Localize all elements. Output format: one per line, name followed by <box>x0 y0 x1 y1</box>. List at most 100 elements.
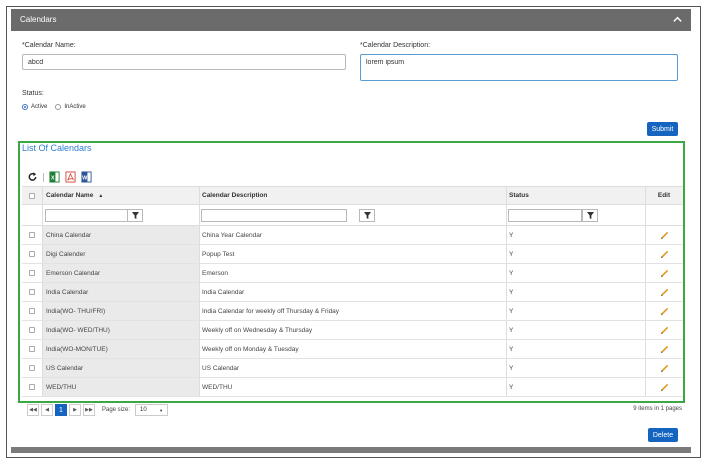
row-select-cell[interactable] <box>22 340 42 358</box>
calendar-name-cell: Emerson Calendar <box>43 264 199 282</box>
page-size-select[interactable]: 10 ▼ <box>135 404 169 416</box>
status-active-label: Active <box>31 104 48 110</box>
status-cell: Y <box>509 307 514 315</box>
table-row[interactable]: WED/THU WED/THU Y <box>22 378 683 397</box>
row-select-cell[interactable] <box>22 359 42 377</box>
pencil-icon[interactable] <box>660 288 669 297</box>
row-checkbox[interactable] <box>29 365 35 371</box>
row-select-cell[interactable] <box>22 245 42 263</box>
submit-button[interactable]: Submit <box>647 122 678 136</box>
calendar-grid: Calendar Name ▲ Calendar Description Sta… <box>22 186 683 397</box>
column-divider <box>199 226 200 244</box>
list-title: List Of Calendars <box>22 143 92 153</box>
delete-button[interactable]: Delete <box>648 428 678 442</box>
row-checkbox[interactable] <box>29 308 35 314</box>
filter-calendar-name-input[interactable] <box>45 209 128 222</box>
header-select-all[interactable] <box>22 187 42 204</box>
column-divider <box>199 205 200 225</box>
last-page-button[interactable]: ▶▶ <box>83 404 95 416</box>
pencil-icon[interactable] <box>660 345 669 354</box>
calendar-description-cell: India Calendar <box>202 288 245 296</box>
calendar-description-cell: China Year Calendar <box>202 231 262 239</box>
header-calendar-name[interactable]: Calendar Name ▲ <box>43 187 199 204</box>
column-divider <box>506 359 507 377</box>
pencil-icon[interactable] <box>660 364 669 373</box>
column-divider <box>199 283 200 301</box>
column-divider <box>42 359 43 377</box>
pencil-icon[interactable] <box>660 326 669 335</box>
column-divider <box>199 321 200 339</box>
row-select-cell[interactable] <box>22 321 42 339</box>
filter-icon <box>131 212 139 219</box>
next-page-button[interactable]: ▶ <box>69 404 81 416</box>
edit-cell <box>645 226 683 244</box>
filter-status-input[interactable] <box>508 209 582 222</box>
table-row[interactable]: India(WO-MON/TUE) Weekly off on Monday & … <box>22 340 683 359</box>
calendar-name-cell: India Calendar <box>43 283 199 301</box>
column-divider <box>42 245 43 263</box>
filter-icon <box>363 212 371 219</box>
pencil-icon[interactable] <box>660 269 669 278</box>
row-checkbox[interactable] <box>29 289 35 295</box>
calendar-description-cell: WED/THU <box>202 383 233 391</box>
calendar-name-cell: US Calendar <box>43 359 199 377</box>
table-row[interactable]: India Calendar India Calendar Y <box>22 283 683 302</box>
row-select-cell[interactable] <box>22 283 42 301</box>
header-status[interactable]: Status <box>506 187 645 204</box>
table-row[interactable]: India(WO- THU/FRI) India Calendar for wee… <box>22 302 683 321</box>
panel-header: Calendars <box>11 9 691 31</box>
row-checkbox[interactable] <box>29 384 35 390</box>
table-row[interactable]: India(WO- WED/THU) Weekly off on Wednesda… <box>22 321 683 340</box>
status-cell: Y <box>509 250 514 258</box>
filter-calendar-name-button[interactable] <box>127 209 143 222</box>
column-divider <box>42 340 43 358</box>
filter-calendar-description-input[interactable] <box>201 209 347 222</box>
column-divider <box>42 187 43 204</box>
calendar-description-input[interactable] <box>360 54 678 81</box>
refresh-icon[interactable] <box>27 171 38 183</box>
row-select-cell[interactable] <box>22 378 42 396</box>
row-checkbox[interactable] <box>29 270 35 276</box>
pencil-icon[interactable] <box>660 250 669 259</box>
row-checkbox[interactable] <box>29 251 35 257</box>
calendar-name-cell: Digi Calender <box>43 245 199 263</box>
row-checkbox[interactable] <box>29 232 35 238</box>
word-icon[interactable]: W <box>81 171 92 183</box>
status-inactive-radio[interactable] <box>55 104 62 110</box>
select-all-checkbox[interactable] <box>29 192 35 199</box>
filter-status-button[interactable] <box>582 209 598 222</box>
pencil-icon[interactable] <box>660 307 669 316</box>
filter-calendar-description-button[interactable] <box>359 209 375 222</box>
calendar-name-input[interactable] <box>22 54 346 70</box>
previous-page-button[interactable]: ◀ <box>41 404 53 416</box>
edit-cell <box>645 283 683 301</box>
table-row[interactable]: Digi Calender Popup Test Y <box>22 245 683 264</box>
table-row[interactable]: China Calendar China Year Calendar Y <box>22 226 683 245</box>
excel-icon[interactable]: X <box>49 171 60 183</box>
chevron-up-icon[interactable] <box>672 14 683 25</box>
pencil-icon[interactable] <box>660 231 669 240</box>
calendar-description-cell: Emerson <box>202 269 229 277</box>
column-divider <box>506 187 507 204</box>
column-divider <box>506 245 507 263</box>
column-divider <box>645 302 646 320</box>
row-checkbox[interactable] <box>29 346 35 352</box>
row-select-cell[interactable] <box>22 226 42 244</box>
column-divider <box>506 302 507 320</box>
column-divider <box>199 302 200 320</box>
pdf-icon[interactable] <box>65 171 76 183</box>
first-page-button[interactable]: ◀◀ <box>27 404 39 416</box>
edit-cell <box>645 264 683 282</box>
row-select-cell[interactable] <box>22 264 42 282</box>
table-row[interactable]: Emerson Calendar Emerson Y <box>22 264 683 283</box>
page-size-value: 10 <box>140 407 147 413</box>
grid-header-row: Calendar Name ▲ Calendar Description Sta… <box>22 186 683 205</box>
status-active-radio[interactable] <box>22 104 28 110</box>
current-page-button[interactable]: 1 <box>55 404 67 416</box>
row-select-cell[interactable] <box>22 302 42 320</box>
row-checkbox[interactable] <box>29 327 35 333</box>
table-row[interactable]: US Calendar US Calendar Y <box>22 359 683 378</box>
pencil-icon[interactable] <box>660 383 669 392</box>
header-calendar-description[interactable]: Calendar Description <box>199 187 506 204</box>
column-divider <box>199 359 200 377</box>
